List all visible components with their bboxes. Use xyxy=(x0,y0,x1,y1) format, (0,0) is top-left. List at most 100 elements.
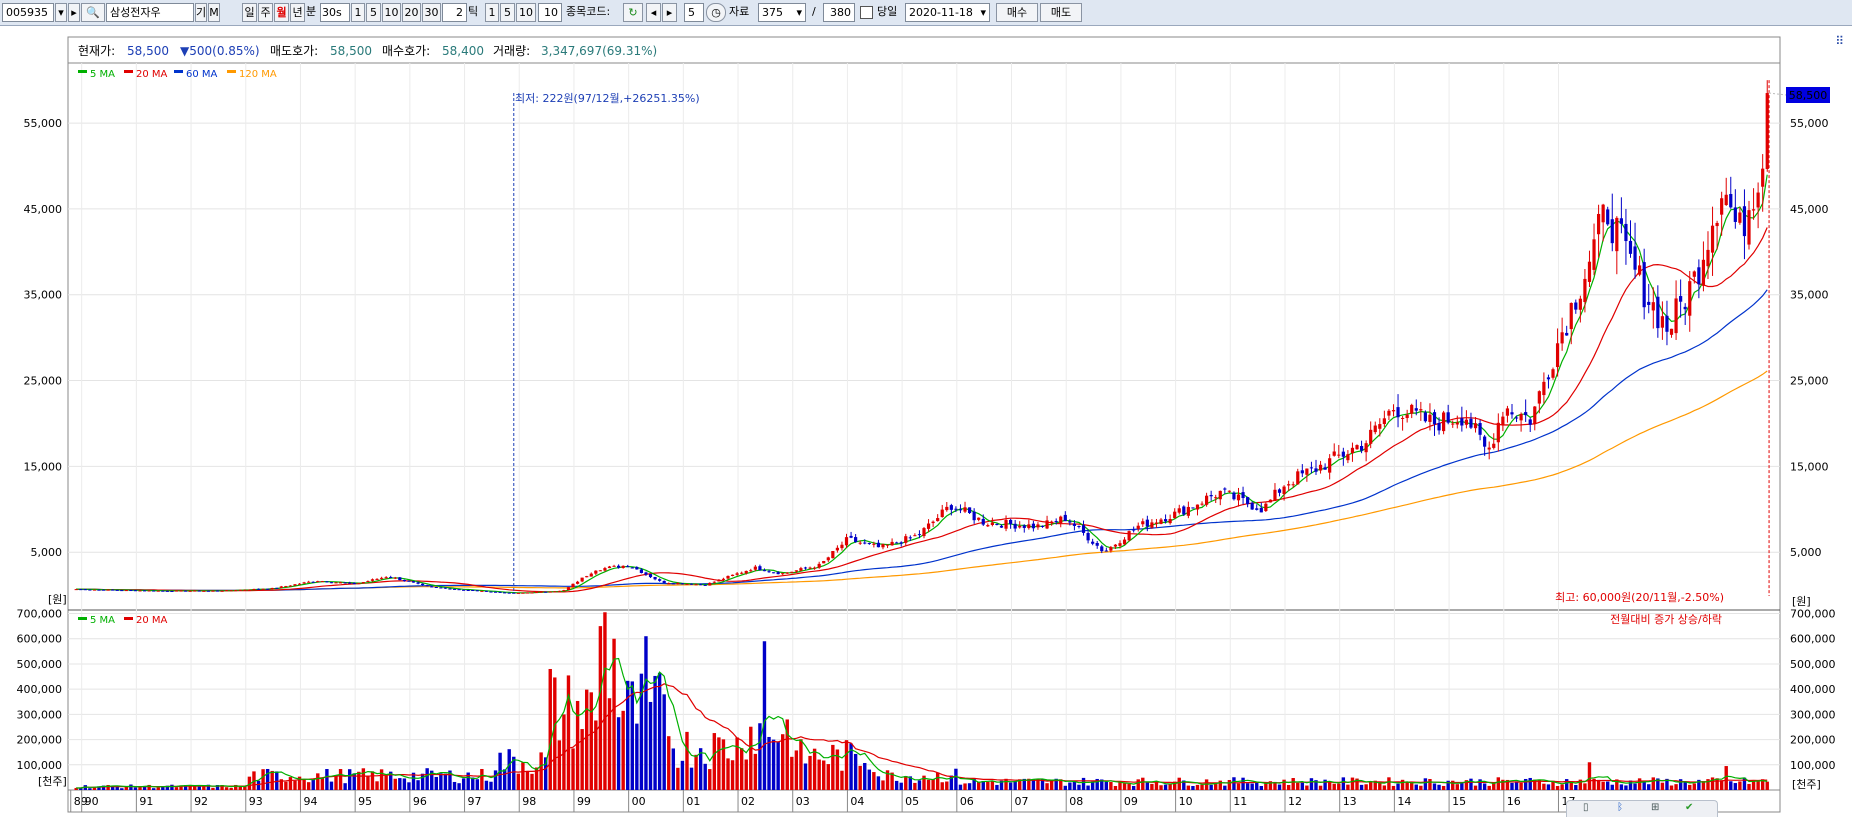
candle-body xyxy=(1250,502,1254,510)
candle-body xyxy=(174,590,179,592)
volume-bar xyxy=(1255,782,1259,790)
candle-body xyxy=(954,508,958,510)
candle-body xyxy=(1072,523,1077,526)
candle-body xyxy=(525,592,530,594)
volume-bar xyxy=(753,753,758,790)
volume-bar xyxy=(717,737,721,790)
candle-body xyxy=(115,589,119,591)
candle-body xyxy=(1191,507,1195,509)
candle-body xyxy=(1091,541,1095,544)
candle-body xyxy=(1150,522,1154,528)
candle-body xyxy=(252,588,256,590)
candle-body xyxy=(1391,410,1396,412)
volume-bar xyxy=(1564,779,1569,790)
volume-bar xyxy=(238,786,242,790)
volume-bar xyxy=(831,744,835,790)
candle-body xyxy=(589,573,593,577)
volume-bar xyxy=(1441,785,1446,790)
volume-bar xyxy=(229,787,233,790)
candle-body xyxy=(803,567,808,569)
candle-body xyxy=(1332,451,1336,456)
x-tick-label: 11 xyxy=(1233,795,1247,808)
volume-bar xyxy=(1150,783,1154,790)
bluetooth-icon[interactable]: ᛒ xyxy=(1617,802,1623,813)
candle-body xyxy=(1715,222,1719,227)
volume-bar xyxy=(771,739,776,790)
volume-bar xyxy=(863,762,867,790)
candle-body xyxy=(1040,525,1045,527)
x-tick-label: 01 xyxy=(686,795,700,808)
volume-bar xyxy=(1291,778,1295,790)
x-tick-label: 13 xyxy=(1343,795,1357,808)
volume-bar xyxy=(1327,782,1332,790)
volume-bar xyxy=(507,749,511,790)
candle-body xyxy=(338,582,343,584)
candle-body xyxy=(1027,524,1031,529)
candle-body xyxy=(215,590,220,592)
ask-price-label: 매도호가: xyxy=(270,44,318,58)
candle-body xyxy=(74,589,78,591)
candle-body xyxy=(521,592,525,594)
candle-body xyxy=(1318,464,1323,471)
volume-bar xyxy=(265,768,270,790)
candle-body xyxy=(762,570,767,572)
volume-bar xyxy=(1232,777,1236,790)
candle-body xyxy=(1560,332,1564,344)
legend-5ma: 5 MA xyxy=(90,69,115,80)
candle-body xyxy=(161,590,165,592)
candle-body xyxy=(995,523,999,525)
volume-bar xyxy=(881,780,885,790)
candle-body xyxy=(311,581,315,583)
candle-body xyxy=(539,591,543,593)
ask-price-value: 58,500 xyxy=(330,44,372,58)
volume-bar xyxy=(1122,783,1127,790)
candle-body xyxy=(1186,506,1190,516)
candle-body xyxy=(1173,511,1177,518)
candle-body xyxy=(708,582,712,586)
candle-body xyxy=(945,506,949,511)
candle-body xyxy=(1501,416,1505,425)
volume-bar xyxy=(347,769,352,790)
volume-label: 거래량: xyxy=(493,44,530,58)
volume-bar xyxy=(256,780,261,790)
candle-body xyxy=(1683,306,1687,310)
candle-body xyxy=(689,583,694,585)
candle-body xyxy=(1628,240,1633,254)
volume-bar xyxy=(744,759,748,790)
volume-tick-label-right: 500,000 xyxy=(1790,658,1836,671)
volume-bar xyxy=(749,726,753,790)
candle-body xyxy=(630,567,634,569)
candle-body xyxy=(1200,503,1204,505)
candle-body xyxy=(1473,423,1478,429)
volume-bar xyxy=(1086,785,1090,790)
volume-bar xyxy=(120,788,124,790)
candle-body xyxy=(958,509,963,511)
volume-bar xyxy=(812,748,817,790)
legend-120ma: 120 MA xyxy=(239,69,277,80)
candle-body xyxy=(493,591,498,593)
volume-bar xyxy=(935,772,940,790)
check-icon[interactable]: ✔ xyxy=(1685,802,1693,813)
volume-bar xyxy=(1610,784,1614,790)
candle-body xyxy=(626,566,630,568)
candle-body xyxy=(580,577,584,582)
candle-body xyxy=(1606,209,1610,225)
candle-body xyxy=(671,583,675,585)
volume-bar xyxy=(1277,784,1282,790)
candle-body xyxy=(1018,525,1022,528)
taskbar-tray: ▯ ᛒ ⊞ ✔ xyxy=(1566,800,1718,817)
candle-body xyxy=(1236,494,1241,501)
x-tick-label: 10 xyxy=(1179,795,1193,808)
volume-bar xyxy=(439,773,443,790)
network-icon[interactable]: ⊞ xyxy=(1651,802,1659,813)
volume-bar xyxy=(1081,777,1086,790)
volume-bar xyxy=(621,710,625,790)
volume-bar xyxy=(1209,784,1213,790)
candle-body xyxy=(348,582,352,584)
usb-icon[interactable]: ▯ xyxy=(1583,802,1589,813)
volume-bar xyxy=(1391,785,1396,790)
volume-bar xyxy=(767,736,771,790)
candle-body xyxy=(179,590,183,592)
volume-bar xyxy=(840,770,844,790)
volume-bar xyxy=(398,778,402,790)
